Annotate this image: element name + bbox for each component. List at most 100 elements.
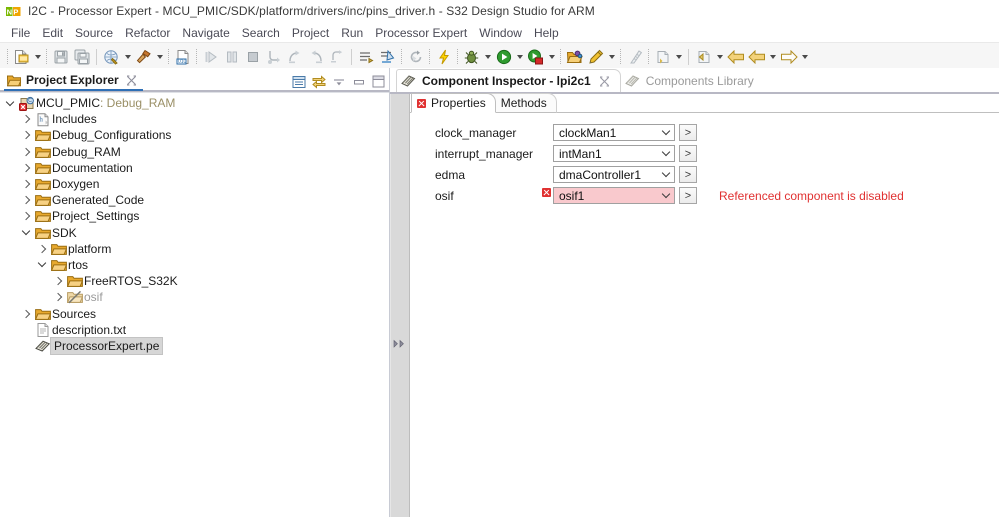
instruction-stepping-icon[interactable]	[356, 46, 377, 67]
build-hammer-dropdown-icon[interactable]	[154, 46, 165, 67]
property-value-input[interactable]: clockMan1	[553, 124, 658, 141]
goto-component-button[interactable]: >	[679, 124, 697, 141]
chevron-down-icon[interactable]	[658, 187, 675, 204]
build-all-dropdown-icon[interactable]	[122, 46, 133, 67]
chevron-right-icon[interactable]	[18, 160, 34, 176]
tree-item-debug-configurations[interactable]: Debug_Configurations	[0, 127, 389, 143]
menu-project[interactable]: Project	[286, 25, 335, 41]
tree-item-includes[interactable]: h Includes	[0, 111, 389, 127]
tree-item-osif[interactable]: osif	[0, 289, 389, 305]
chevron-down-icon[interactable]	[2, 95, 18, 111]
chevron-right-icon[interactable]	[18, 306, 34, 322]
search-pencil-icon[interactable]	[585, 46, 606, 67]
tree-item-doxygen[interactable]: Doxygen	[0, 176, 389, 192]
tree-item-generated-code[interactable]: Generated_Code	[0, 192, 389, 208]
view-menu-icon[interactable]	[331, 74, 346, 89]
search-pencil-dropdown-icon[interactable]	[606, 46, 617, 67]
menu-edit[interactable]: Edit	[36, 25, 69, 41]
disassembly-icon[interactable]	[377, 46, 398, 67]
next-annotation-icon[interactable]	[652, 46, 673, 67]
new-file-icon[interactable]	[11, 46, 32, 67]
debug-bug-icon[interactable]	[461, 46, 482, 67]
new-file-dropdown-icon[interactable]	[32, 46, 43, 67]
chevron-down-icon[interactable]	[34, 257, 50, 273]
tab-methods[interactable]: Methods	[485, 93, 557, 113]
open-resource-icon[interactable]	[564, 46, 585, 67]
chevron-right-icon[interactable]	[18, 144, 34, 160]
tree-item-documentation[interactable]: Documentation	[0, 160, 389, 176]
chevron-down-icon[interactable]	[18, 225, 34, 241]
expand-rail-icon[interactable]	[393, 339, 408, 349]
chevron-down-icon[interactable]	[658, 166, 675, 183]
goto-component-button[interactable]: >	[679, 145, 697, 162]
chevron-right-icon[interactable]	[50, 289, 66, 305]
tree-item-sdk[interactable]: SDK	[0, 225, 389, 241]
forward-dropdown-icon[interactable]	[799, 46, 810, 67]
restart-icon[interactable]	[405, 46, 426, 67]
goto-component-button[interactable]: >	[679, 187, 697, 204]
previous-annotation-icon[interactable]	[693, 46, 714, 67]
back-icon[interactable]	[725, 46, 746, 67]
chevron-down-icon[interactable]	[658, 124, 675, 141]
menu-search[interactable]: Search	[236, 25, 286, 41]
close-icon[interactable]	[124, 73, 139, 88]
chevron-right-icon[interactable]	[18, 111, 34, 127]
project-explorer-tab-row: Project Explorer	[0, 68, 389, 91]
debug-bug-dropdown-icon[interactable]	[482, 46, 493, 67]
tree-item-description-txt[interactable]: description.txt	[0, 322, 389, 338]
back-history-icon[interactable]	[746, 46, 767, 67]
tab-component-inspector[interactable]: Component Inspector - lpi2c1	[396, 69, 621, 92]
menu-navigate[interactable]: Navigate	[176, 25, 235, 41]
tree-item-platform[interactable]: platform	[0, 241, 389, 257]
property-value-input[interactable]: dmaController1	[553, 166, 658, 183]
menu-help[interactable]: Help	[528, 25, 565, 41]
menu-window[interactable]: Window	[473, 25, 528, 41]
tree-item-rtos[interactable]: rtos	[0, 257, 389, 273]
goto-component-button[interactable]: >	[679, 166, 697, 183]
run-icon[interactable]	[493, 46, 514, 67]
next-annotation-dropdown-icon[interactable]	[673, 46, 684, 67]
run-dropdown-icon[interactable]	[514, 46, 525, 67]
build-all-icon[interactable]	[101, 46, 122, 67]
tree-item-processorexpert-pe[interactable]: ProcessorExpert.pe	[0, 336, 389, 355]
chevron-right-icon[interactable]	[18, 127, 34, 143]
chevron-right-icon[interactable]	[18, 176, 34, 192]
run-external-icon[interactable]	[525, 46, 546, 67]
chevron-right-icon[interactable]	[34, 241, 50, 257]
menu-run[interactable]: Run	[335, 25, 369, 41]
link-with-editor-icon[interactable]	[311, 74, 326, 89]
chevron-down-icon[interactable]	[658, 145, 675, 162]
binary-file-icon[interactable]: 010	[172, 46, 193, 67]
tree-item-debug-ram[interactable]: Debug_RAM	[0, 144, 389, 160]
minimize-view-icon[interactable]	[351, 74, 366, 89]
flash-icon[interactable]	[433, 46, 454, 67]
inspector-rail[interactable]	[390, 94, 410, 517]
save-icon[interactable]	[50, 46, 71, 67]
property-value-input[interactable]: osif1	[553, 187, 658, 204]
tree-item-mcu-pmic[interactable]: C MCU_PMIC: Debug_RAM	[0, 95, 389, 111]
project-tree[interactable]: C MCU_PMIC: Debug_RAM h Includes Debug_Confi…	[0, 92, 389, 517]
menu-file[interactable]: File	[5, 25, 36, 41]
tab-properties[interactable]: Properties	[411, 93, 496, 113]
previous-annotation-dropdown-icon[interactable]	[714, 46, 725, 67]
back-history-dropdown-icon[interactable]	[767, 46, 778, 67]
chevron-right-icon[interactable]	[18, 192, 34, 208]
chevron-right-icon[interactable]	[18, 208, 34, 224]
run-external-dropdown-icon[interactable]	[546, 46, 557, 67]
build-hammer-icon[interactable]	[133, 46, 154, 67]
chevron-right-icon[interactable]	[50, 273, 66, 289]
property-value-input[interactable]: intMan1	[553, 145, 658, 162]
tree-item-sources[interactable]: Sources	[0, 305, 389, 321]
menu-refactor[interactable]: Refactor	[119, 25, 176, 41]
tree-item-project-settings[interactable]: Project_Settings	[0, 208, 389, 224]
tab-components-library[interactable]: Components Library	[621, 70, 762, 92]
maximize-view-icon[interactable]	[371, 74, 386, 89]
tab-project-explorer[interactable]: Project Explorer	[4, 70, 143, 91]
close-icon[interactable]	[597, 74, 612, 89]
tree-item-freertos-s32k[interactable]: FreeRTOS_S32K	[0, 273, 389, 289]
save-all-icon[interactable]	[71, 46, 92, 67]
menu-source[interactable]: Source	[69, 25, 119, 41]
menu-processor-expert[interactable]: Processor Expert	[369, 25, 473, 41]
forward-icon[interactable]	[778, 46, 799, 67]
collapse-all-icon[interactable]	[291, 74, 306, 89]
